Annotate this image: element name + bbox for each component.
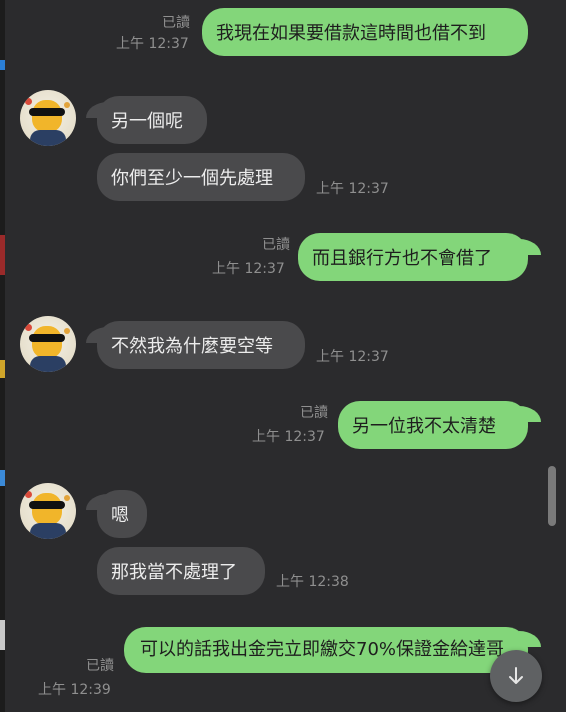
message-text: 而且銀行方也不會借了 — [312, 248, 492, 269]
message-bubble-incoming[interactable]: 你們至少一個先處理 — [97, 153, 305, 201]
message-bubble-outgoing[interactable]: 另一位我不太清楚 — [338, 401, 528, 449]
message-text: 另一位我不太清楚 — [352, 416, 496, 437]
message-text: 你們至少一個先處理 — [111, 168, 273, 189]
message-time: 上午 12:37 — [316, 349, 389, 365]
read-status: 已讀 — [162, 15, 190, 31]
scroll-to-bottom-button[interactable] — [490, 650, 542, 702]
read-status: 已讀 — [86, 658, 114, 674]
message-time: 上午 12:37 — [316, 181, 389, 197]
arrow-down-icon — [509, 667, 523, 684]
message-text: 另一個呢 — [111, 111, 183, 132]
scrollbar-thumb[interactable] — [548, 466, 556, 526]
message-text: 不然我為什麼要空等 — [111, 336, 273, 357]
message-bubble-incoming[interactable]: 另一個呢 — [97, 96, 207, 144]
message-time: 上午 12:39 — [38, 682, 111, 698]
message-bubble-incoming[interactable]: 不然我為什麼要空等 — [97, 321, 305, 369]
message-bubble-incoming[interactable]: 嗯 — [97, 490, 147, 538]
message-text: 嗯 — [111, 505, 129, 526]
contact-avatar[interactable] — [20, 483, 76, 539]
message-bubble-incoming[interactable]: 那我當不處理了 — [97, 547, 265, 595]
read-status: 已讀 — [300, 405, 328, 421]
message-bubble-outgoing[interactable]: 我現在如果要借款這時間也借不到 — [202, 8, 528, 56]
contact-avatar[interactable] — [20, 90, 76, 146]
message-time: 上午 12:37 — [116, 36, 189, 52]
message-time: 上午 12:37 — [252, 429, 325, 445]
contact-avatar[interactable] — [20, 316, 76, 372]
message-text: 我現在如果要借款這時間也借不到 — [216, 23, 486, 44]
message-time: 上午 12:37 — [212, 261, 285, 277]
message-time: 上午 12:38 — [276, 574, 349, 590]
chat-view: 已讀 上午 12:37 我現在如果要借款這時間也借不到 另一個呢 你們至少一個先… — [0, 0, 566, 712]
message-text: 那我當不處理了 — [111, 562, 237, 583]
message-text: 可以的話我出金完立即繳交70%保證金給達哥 — [140, 639, 505, 660]
read-status: 已讀 — [262, 237, 290, 253]
left-edge-strip — [0, 0, 5, 712]
message-bubble-outgoing[interactable]: 可以的話我出金完立即繳交70%保證金給達哥 — [124, 627, 528, 673]
message-bubble-outgoing[interactable]: 而且銀行方也不會借了 — [298, 233, 528, 281]
